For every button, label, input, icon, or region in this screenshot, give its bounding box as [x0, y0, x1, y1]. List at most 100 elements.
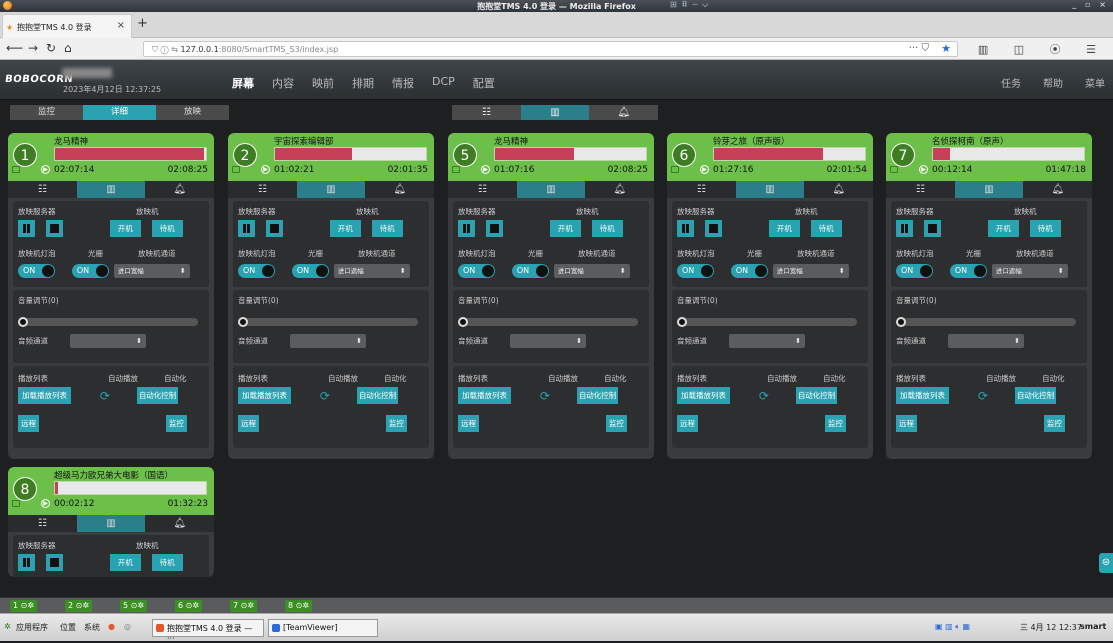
monitor-button[interactable]: 监控: [1043, 415, 1065, 432]
volume-knob[interactable]: [18, 317, 28, 327]
volume-slider[interactable]: [677, 317, 857, 327]
sliders-view-icon[interactable]: ▥: [520, 105, 590, 120]
bell-icon[interactable]: 🔔︎: [1023, 181, 1092, 198]
view-tab[interactable]: 监控: [10, 105, 83, 120]
power-on-button[interactable]: 开机: [109, 220, 141, 237]
stop-button[interactable]: [704, 220, 722, 237]
page-actions-icon[interactable]: ··· ⛉: [909, 43, 929, 54]
browser-tab[interactable]: ★ 抱抱堂TMS 4.0 登录 ×: [2, 14, 132, 38]
new-tab-icon[interactable]: +: [137, 16, 148, 31]
forward-icon[interactable]: →: [28, 41, 38, 55]
standby-button[interactable]: 待机: [151, 554, 183, 571]
url-bar[interactable]: ⛉ ⓘ ⇆ 127.0.0.1:8080/SmartTMS_S3/index.j…: [143, 41, 958, 57]
menu-apps[interactable]: 应用程序: [16, 622, 48, 633]
back-icon[interactable]: ⟵: [6, 41, 23, 55]
bell-icon[interactable]: 🔔︎: [804, 181, 873, 198]
tray-icons[interactable]: ▣ ▥ 🔈︎ ▦: [935, 622, 970, 632]
volume-slider[interactable]: [18, 317, 198, 327]
lamp-toggle[interactable]: ON: [238, 264, 275, 278]
load-playlist-button[interactable]: 加载播放列表: [238, 387, 291, 404]
power-on-button[interactable]: 开机: [768, 220, 800, 237]
pause-button[interactable]: [18, 554, 35, 571]
nav-item[interactable]: DCP: [432, 75, 455, 91]
stop-button[interactable]: [485, 220, 503, 237]
nav-item[interactable]: 屏幕: [232, 75, 254, 91]
volume-slider[interactable]: [896, 317, 1076, 327]
load-playlist-button[interactable]: 加载播放列表: [677, 387, 730, 404]
right-nav-item[interactable]: 菜单: [1085, 79, 1105, 90]
footer-screen-status[interactable]: 6 ⊙✲: [175, 600, 203, 612]
power-on-button[interactable]: 开机: [329, 220, 361, 237]
apps-icon[interactable]: ✲: [4, 622, 11, 631]
browser-toolbar-icons[interactable]: ▥ ◫ ⦿ ☰: [978, 41, 1107, 57]
auto-control-button[interactable]: 自动化控制: [795, 387, 838, 404]
bell-icon[interactable]: 🔔︎: [145, 515, 214, 532]
list-view-icon[interactable]: ☷: [448, 181, 517, 198]
volume-knob[interactable]: [238, 317, 248, 327]
list-view-icon[interactable]: ☷: [886, 181, 955, 198]
standby-button[interactable]: 待机: [1029, 220, 1061, 237]
audio-channel-select[interactable]: [729, 334, 805, 348]
standby-button[interactable]: 待机: [371, 220, 403, 237]
monitor-button[interactable]: 监控: [605, 415, 627, 432]
footer-screen-status[interactable]: 2 ⊙✲: [65, 600, 93, 612]
firefox-launcher-icon[interactable]: ●: [108, 622, 115, 631]
sliders-view-icon[interactable]: ▥: [516, 181, 586, 198]
volume-slider[interactable]: [458, 317, 638, 327]
standby-button[interactable]: 待机: [810, 220, 842, 237]
help-launcher-icon[interactable]: ◎: [124, 622, 131, 631]
nav-item[interactable]: 情报: [392, 75, 414, 91]
dowser-toggle[interactable]: ON: [730, 264, 768, 278]
remote-button[interactable]: 远程: [677, 415, 698, 432]
monitor-button[interactable]: 监控: [824, 415, 846, 432]
load-playlist-button[interactable]: 加载播放列表: [896, 387, 949, 404]
channel-select[interactable]: 进口宽幅: [113, 264, 190, 278]
load-playlist-button[interactable]: 加载播放列表: [458, 387, 511, 404]
sliders-view-icon[interactable]: ▥: [735, 181, 805, 198]
tab-close-icon[interactable]: ×: [117, 20, 125, 31]
pause-button[interactable]: [896, 220, 913, 237]
power-on-button[interactable]: 开机: [987, 220, 1019, 237]
auto-control-button[interactable]: 自动化控制: [1014, 387, 1057, 404]
audio-channel-select[interactable]: [948, 334, 1024, 348]
dowser-toggle[interactable]: ON: [291, 264, 329, 278]
audio-channel-select[interactable]: [70, 334, 146, 348]
remote-button[interactable]: 远程: [458, 415, 479, 432]
autoplay-icon[interactable]: ⟳: [100, 389, 110, 403]
lamp-toggle[interactable]: ON: [18, 264, 55, 278]
task-teamviewer[interactable]: [TeamViewer]: [268, 619, 378, 637]
autoplay-icon[interactable]: ⟳: [759, 389, 769, 403]
audio-channel-select[interactable]: [510, 334, 586, 348]
autoplay-icon[interactable]: ⟳: [320, 389, 330, 403]
footer-screen-status[interactable]: 1 ⊙✲: [10, 600, 38, 612]
view-tab[interactable]: 放映: [156, 105, 229, 120]
lamp-toggle[interactable]: ON: [896, 264, 933, 278]
remote-button[interactable]: 远程: [18, 415, 39, 432]
sliders-view-icon[interactable]: ▥: [954, 181, 1024, 198]
load-playlist-button[interactable]: 加载播放列表: [18, 387, 71, 404]
pause-button[interactable]: [238, 220, 255, 237]
channel-select[interactable]: 进口宽幅: [772, 264, 849, 278]
view-tab[interactable]: 详细: [83, 105, 156, 120]
auto-control-button[interactable]: 自动化控制: [136, 387, 179, 404]
channel-select[interactable]: 进口宽幅: [553, 264, 630, 278]
list-view-icon[interactable]: ☷: [667, 181, 736, 198]
side-chat-icon[interactable]: ⊜: [1099, 553, 1113, 573]
pause-button[interactable]: [458, 220, 475, 237]
list-view-icon[interactable]: ☷: [228, 181, 297, 198]
sliders-view-icon[interactable]: ▥: [76, 515, 146, 532]
channel-select[interactable]: 进口遮幅: [333, 264, 410, 278]
footer-screen-status[interactable]: 7 ⊙✲: [230, 600, 258, 612]
dowser-toggle[interactable]: ON: [511, 264, 549, 278]
remote-button[interactable]: 远程: [238, 415, 259, 432]
list-view-icon[interactable]: ☷: [8, 515, 77, 532]
standby-button[interactable]: 待机: [591, 220, 623, 237]
nav-item[interactable]: 映前: [312, 75, 334, 91]
audio-channel-select[interactable]: [290, 334, 366, 348]
dowser-toggle[interactable]: ON: [71, 264, 109, 278]
list-view-icon[interactable]: ☷: [8, 181, 77, 198]
home-icon[interactable]: ⌂: [64, 41, 72, 55]
footer-screen-status[interactable]: 5 ⊙✲: [120, 600, 148, 612]
power-on-button[interactable]: 开机: [109, 554, 141, 571]
menu-system[interactable]: 系统: [84, 622, 100, 633]
